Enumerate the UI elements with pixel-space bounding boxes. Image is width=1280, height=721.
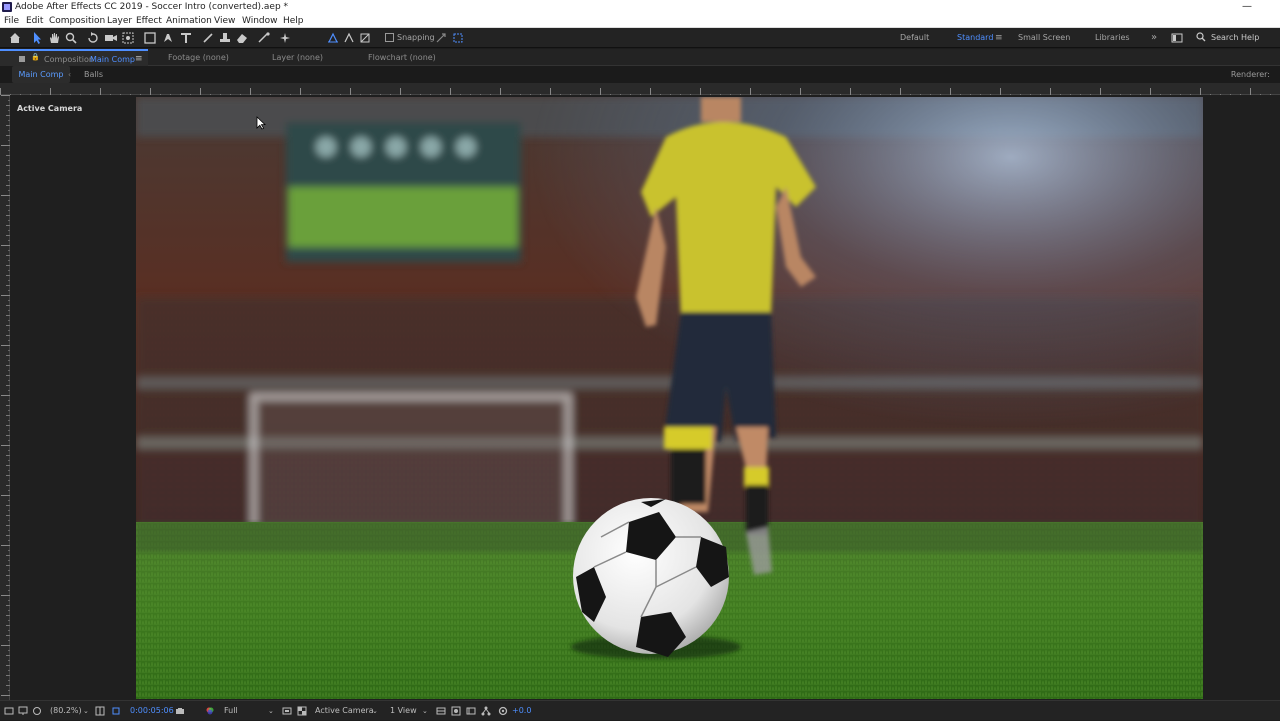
vertical-ruler[interactable] bbox=[0, 95, 10, 700]
brush-tool-icon[interactable] bbox=[201, 31, 215, 45]
panel-tab-bar: 🔒 Composition Main Comp ≡ Footage (none)… bbox=[0, 49, 1280, 66]
menu-edit[interactable]: Edit bbox=[26, 14, 43, 28]
menu-help[interactable]: Help bbox=[283, 14, 304, 28]
monitor-icon[interactable] bbox=[18, 706, 28, 716]
home-icon[interactable] bbox=[8, 31, 22, 45]
menu-effect[interactable]: Effect bbox=[136, 14, 162, 28]
menu-composition[interactable]: Composition bbox=[49, 14, 105, 28]
pen-tool-icon[interactable] bbox=[161, 31, 175, 45]
workspace-libraries[interactable]: Libraries bbox=[1095, 28, 1130, 48]
menu-layer[interactable]: Layer bbox=[107, 14, 132, 28]
hand-tool-icon[interactable] bbox=[47, 31, 61, 45]
region-of-interest-icon[interactable] bbox=[111, 706, 121, 716]
resolution-chevron-icon[interactable]: ⌄ bbox=[268, 701, 274, 721]
workspace-default[interactable]: Default bbox=[900, 28, 929, 48]
tab-footage[interactable]: Footage (none) bbox=[168, 49, 229, 66]
after-effects-logo-icon bbox=[2, 2, 12, 12]
exposure-value[interactable]: +0.0 bbox=[512, 701, 531, 721]
snapshot-camera-icon[interactable] bbox=[175, 706, 185, 716]
menu-view[interactable]: View bbox=[214, 14, 235, 28]
rotate-tool-icon[interactable] bbox=[86, 31, 100, 45]
resolution-grid-icon[interactable] bbox=[95, 706, 105, 716]
menu-file[interactable]: File bbox=[4, 14, 19, 28]
snapping-label: Snapping bbox=[397, 33, 435, 42]
zoom-tool-icon[interactable] bbox=[64, 31, 78, 45]
breadcrumb-separator: ‹ bbox=[68, 70, 72, 79]
fast-draft-icon[interactable] bbox=[451, 706, 461, 716]
rectangle-tool-icon[interactable] bbox=[143, 31, 157, 45]
soccer-scene-image bbox=[136, 97, 1203, 699]
menu-bar: File Edit Composition Layer Effect Anima… bbox=[0, 14, 1280, 28]
camera-view-dropdown[interactable]: Active Camera bbox=[315, 701, 374, 721]
view-layout-chevron-icon[interactable]: ⌄ bbox=[422, 701, 428, 721]
toggle-pixel-aspect-icon[interactable] bbox=[436, 706, 446, 716]
view-axis-icon[interactable] bbox=[358, 31, 372, 45]
zoom-chevron-icon[interactable]: ⌄ bbox=[83, 701, 89, 721]
timecode-display[interactable]: 0:00:05:06 bbox=[130, 701, 174, 721]
clone-stamp-tool-icon[interactable] bbox=[218, 31, 232, 45]
snap-options-icon[interactable] bbox=[434, 31, 448, 45]
workspace-layout-icon[interactable] bbox=[1170, 31, 1184, 45]
horizontal-ruler[interactable] bbox=[0, 83, 1280, 98]
resolution-dropdown[interactable]: Full bbox=[224, 701, 238, 721]
workspace-standard[interactable]: Standard bbox=[957, 28, 993, 48]
flowchart-icon[interactable] bbox=[481, 706, 491, 716]
workspace-overflow-icon[interactable]: » bbox=[1151, 28, 1157, 48]
tab-flowchart[interactable]: Flowchart (none) bbox=[368, 49, 436, 66]
minimize-button[interactable]: — bbox=[1242, 0, 1252, 14]
comp-lock-icon: 🔒 bbox=[31, 53, 40, 61]
window-title: Adobe After Effects CC 2019 - Soccer Int… bbox=[15, 2, 289, 12]
workspace-small-screen[interactable]: Small Screen bbox=[1018, 28, 1070, 48]
transparency-grid-icon[interactable] bbox=[297, 706, 307, 716]
roto-brush-tool-icon[interactable] bbox=[257, 31, 271, 45]
active-camera-label: Active Camera bbox=[17, 104, 83, 113]
reset-exposure-icon[interactable] bbox=[498, 706, 508, 716]
color-channels-icon[interactable] bbox=[205, 706, 215, 716]
eraser-tool-icon[interactable] bbox=[235, 31, 249, 45]
puppet-tool-icon[interactable] bbox=[278, 31, 292, 45]
workspace-menu-icon[interactable]: ≡ bbox=[995, 28, 1003, 48]
timeline-icon[interactable] bbox=[466, 706, 476, 716]
pan-behind-tool-icon[interactable] bbox=[121, 31, 135, 45]
fast-preview-icon[interactable] bbox=[282, 706, 292, 716]
menu-animation[interactable]: Animation bbox=[166, 14, 212, 28]
camera-chevron-icon[interactable]: ⌄ bbox=[372, 701, 378, 721]
comp-frame[interactable] bbox=[136, 97, 1203, 699]
mouse-cursor-icon bbox=[256, 116, 266, 130]
selection-tool-icon[interactable] bbox=[30, 31, 44, 45]
title-bar: Adobe After Effects CC 2019 - Soccer Int… bbox=[0, 0, 1280, 14]
toolbar: Snapping Default Standard ≡ Small Screen… bbox=[0, 28, 1280, 48]
local-axis-icon[interactable] bbox=[326, 31, 340, 45]
snapping-checkbox[interactable] bbox=[385, 33, 394, 42]
mask-visibility-icon[interactable] bbox=[32, 706, 42, 716]
tab-layer[interactable]: Layer (none) bbox=[272, 49, 323, 66]
camera-tool-icon[interactable] bbox=[104, 31, 118, 45]
viewer-footer: (80.2%) ⌄ 0:00:05:06 Full ⌄ Active Camer… bbox=[0, 700, 1280, 720]
menu-window[interactable]: Window bbox=[242, 14, 278, 28]
search-help-field[interactable]: Search Help bbox=[1211, 28, 1259, 48]
always-preview-icon[interactable] bbox=[4, 706, 14, 716]
breadcrumb-main-comp[interactable]: Main Comp bbox=[12, 66, 70, 83]
type-tool-icon[interactable] bbox=[179, 31, 193, 45]
breadcrumb: Main Comp ‹ Balls Renderer: bbox=[0, 66, 1280, 83]
snap-grid-icon[interactable] bbox=[451, 31, 465, 45]
renderer-label[interactable]: Renderer: bbox=[1231, 66, 1270, 83]
world-axis-icon[interactable] bbox=[342, 31, 356, 45]
breadcrumb-balls[interactable]: Balls bbox=[84, 66, 103, 83]
search-icon[interactable] bbox=[1196, 32, 1206, 42]
zoom-level-dropdown[interactable]: (80.2%) bbox=[50, 701, 82, 721]
view-layout-dropdown[interactable]: 1 View bbox=[390, 701, 417, 721]
lock-icon[interactable] bbox=[19, 56, 25, 62]
tab-composition[interactable]: 🔒 Composition Main Comp ≡ bbox=[0, 49, 148, 66]
